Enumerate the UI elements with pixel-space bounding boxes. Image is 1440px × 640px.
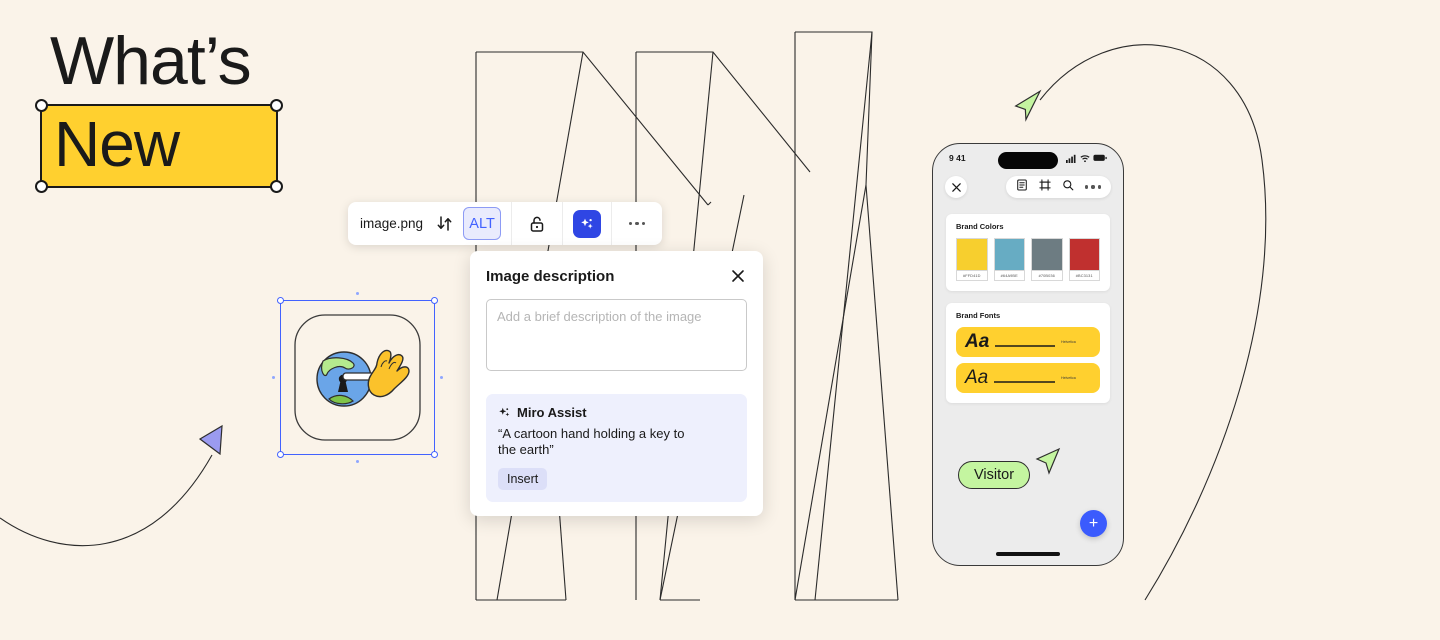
swatch-color: [956, 238, 988, 270]
image-handle-left[interactable]: [272, 376, 275, 379]
phone-action-bar: [1005, 176, 1111, 198]
color-swatch[interactable]: #70B036: [1031, 238, 1063, 281]
font-sample: Aa: [965, 367, 989, 388]
selected-image-frame[interactable]: [272, 292, 443, 463]
swatch-hex-label: #BC3131: [1068, 270, 1100, 281]
image-description-input[interactable]: [486, 299, 747, 371]
canvas-stage: What’s New image.png ALT Image descripti…: [0, 0, 1440, 640]
swap-arrows-icon[interactable]: [429, 209, 459, 239]
visitor-cursor-icon: [1035, 447, 1061, 475]
brand-fonts-card: Brand Fonts Aa Helvetica Aa Helvetica: [946, 303, 1110, 403]
brand-colors-card: Brand Colors #FFD41D #64A9BE #70B036 #BC…: [946, 214, 1110, 291]
status-indicators: [1066, 154, 1107, 163]
swatch-color: [1068, 238, 1100, 270]
resize-handle-top-right[interactable]: [270, 99, 283, 112]
purple-cursor-icon: [198, 424, 223, 456]
close-icon: [951, 182, 961, 192]
brand-font-item[interactable]: Aa Helvetica: [956, 363, 1100, 393]
green-cursor-icon: [1014, 89, 1042, 122]
miro-assist-title: Miro Assist: [517, 405, 587, 420]
swatch-hex-label: #70B036: [1031, 270, 1063, 281]
phone-mockup: 9 41 Brand Colors #FFD41D #64A9BE #70B03…: [932, 143, 1124, 566]
font-name: Helvetica: [1061, 375, 1076, 380]
image-handle-bottom[interactable]: [356, 460, 359, 463]
miro-assist-suggestion: “A cartoon hand holding a key to the ear…: [498, 426, 685, 457]
image-handle-top[interactable]: [356, 292, 359, 295]
alt-button[interactable]: ALT: [463, 207, 502, 240]
wifi-icon: [1080, 154, 1090, 162]
status-time: 9 41: [949, 153, 966, 163]
swatch-hex-label: #64A9BE: [993, 270, 1025, 281]
phone-close-button[interactable]: [945, 176, 967, 198]
headline-highlight-box[interactable]: New: [35, 99, 283, 193]
canvas-image[interactable]: [281, 301, 434, 454]
document-icon[interactable]: [1016, 178, 1028, 196]
brand-fonts-title: Brand Fonts: [956, 311, 1001, 320]
image-filename: image.png: [360, 216, 424, 231]
phone-top-toolbar: [933, 172, 1123, 198]
dialog-title: Image description: [486, 267, 615, 285]
color-swatch[interactable]: #BC3131: [1068, 238, 1100, 281]
swatch-color: [1031, 238, 1063, 270]
miro-assist-button[interactable]: [573, 209, 602, 238]
miro-assist-header: Miro Assist: [498, 405, 735, 420]
resize-handle-bottom-left[interactable]: [35, 180, 48, 193]
dialog-header: Image description: [486, 267, 747, 285]
headline: What’s New: [35, 22, 283, 193]
brand-colors-swatches: #FFD41D #64A9BE #70B036 #BC3131: [956, 238, 1100, 281]
search-icon[interactable]: [1062, 178, 1074, 196]
headline-line-1: What’s: [50, 23, 252, 99]
miro-assist-panel: Miro Assist “A cartoon hand holding a ke…: [486, 394, 747, 502]
more-horizontal-icon[interactable]: [1084, 185, 1101, 189]
home-indicator: [996, 552, 1060, 556]
resize-handle-bottom-right[interactable]: [270, 180, 283, 193]
image-handle-top-left[interactable]: [277, 297, 284, 304]
more-horizontal-icon[interactable]: [622, 209, 652, 239]
brand-font-item[interactable]: Aa Helvetica: [956, 327, 1100, 357]
frame-icon[interactable]: [1039, 178, 1051, 196]
add-button[interactable]: +: [1080, 510, 1107, 537]
resize-handle-top-left[interactable]: [35, 99, 48, 112]
font-rule: [995, 345, 1055, 347]
image-handle-right[interactable]: [440, 376, 443, 379]
close-icon[interactable]: [729, 267, 747, 285]
plus-icon: +: [1088, 514, 1099, 532]
image-handle-bottom-right[interactable]: [431, 451, 438, 458]
image-context-toolbar: image.png ALT: [348, 202, 663, 245]
sparkle-icon: [581, 218, 593, 229]
swatch-hex-label: #FFD41D: [956, 270, 988, 281]
image-description-dialog: Image description Miro Assist “A cartoon…: [470, 251, 763, 516]
image-handle-bottom-left[interactable]: [277, 451, 284, 458]
battery-icon: [1093, 154, 1107, 161]
dynamic-island: [998, 152, 1058, 169]
visitor-cursor-label: Visitor: [958, 461, 1031, 489]
font-sample: Aa: [965, 331, 990, 352]
font-rule: [994, 381, 1055, 383]
headline-line-2: New: [54, 108, 180, 180]
swatch-color: [993, 238, 1025, 270]
phone-status-bar: 9 41: [933, 144, 1123, 172]
unlock-icon[interactable]: [522, 209, 552, 239]
font-name: Helvetica: [1061, 339, 1076, 344]
image-handle-top-right[interactable]: [431, 297, 438, 304]
color-swatch[interactable]: #FFD41D: [956, 238, 988, 281]
cellular-signal-icon: [1066, 154, 1076, 163]
brand-colors-title: Brand Colors: [956, 222, 1004, 231]
insert-button[interactable]: Insert: [498, 468, 548, 490]
color-swatch[interactable]: #64A9BE: [993, 238, 1025, 281]
sparkle-icon: [499, 407, 510, 417]
